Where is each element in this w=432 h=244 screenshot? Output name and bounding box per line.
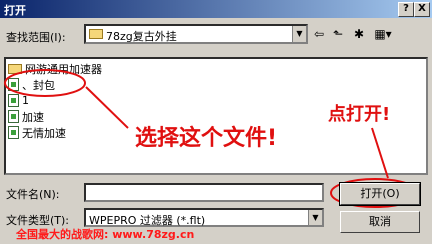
open-dialog: 打开 ? X 查找范围(I): 78zg复古外挂 ▼ ⇦ ⬑ ✱ ▦▾ 网游通用…	[0, 0, 432, 244]
annotation-line-select	[85, 86, 129, 129]
watermark-text: 全国最大的战歌网: www.78zg.cn	[16, 228, 195, 241]
filename-input[interactable]	[84, 183, 324, 202]
chevron-down-icon[interactable]: ▼	[308, 210, 322, 225]
filename-label: 文件名(N):	[6, 188, 60, 201]
annotation-line-open	[371, 127, 389, 179]
filetype-select[interactable]: WPEPRO 过滤器 (*.flt) ▼	[84, 208, 324, 227]
annotation-ellipse-file	[4, 69, 86, 97]
cancel-button[interactable]: 取消	[340, 211, 420, 233]
open-button[interactable]: 打开(O)	[339, 182, 421, 206]
